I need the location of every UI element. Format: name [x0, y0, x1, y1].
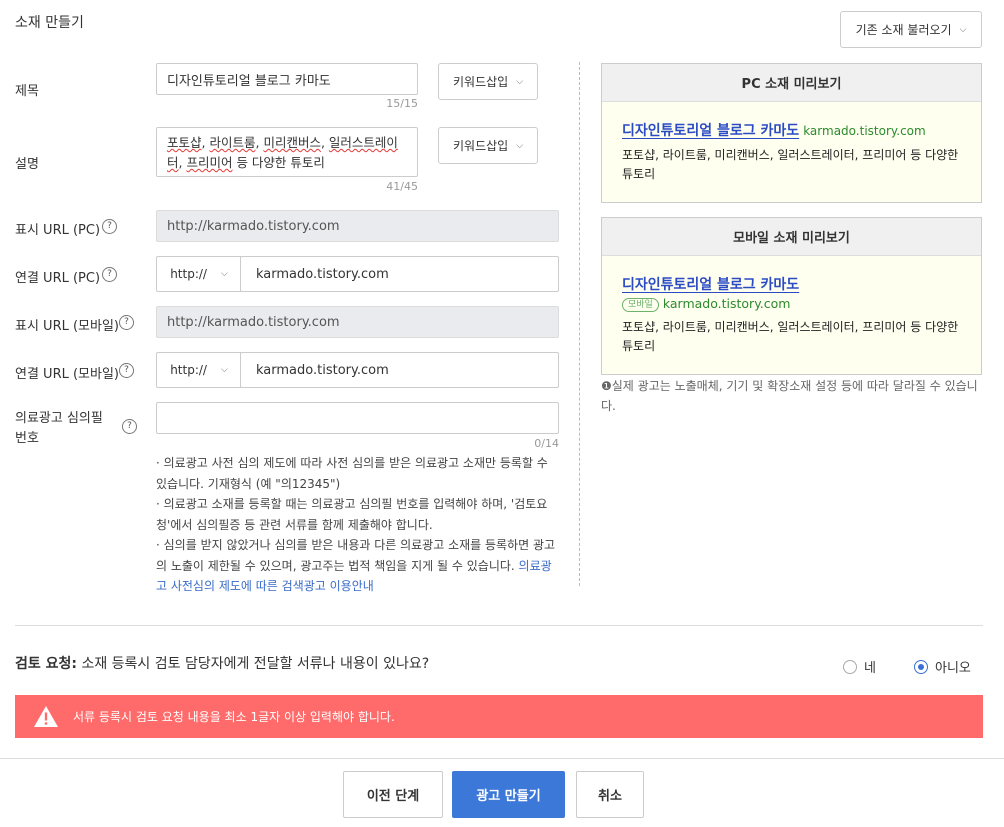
description-keyword-button[interactable]: 키워드삽입 ⌵ — [438, 127, 538, 164]
note-item: · 의료광고 소재를 등록할 때는 의료광고 심의필 번호를 입력해야 하며, … — [156, 497, 548, 532]
help-icon[interactable]: ? — [119, 315, 134, 330]
note-text: 의료광고 사전 심의 제도에 따라 사전 심의를 받은 의료광고 소재만 등록할… — [156, 456, 548, 491]
review-option-no-label: 아니오 — [935, 661, 971, 676]
link-url-pc-protocol-select[interactable]: http:// ⌵ — [156, 256, 241, 292]
keyword-label: 키워드삽입 — [452, 75, 509, 89]
medical-label-line1: 의료광고 심의필 — [15, 411, 103, 426]
load-existing-button[interactable]: 기존 소재 불러오기 ⌵ — [840, 11, 982, 48]
pc-preview-body: 디자인튜토리얼 블로그 카마도 karmado.tistory.com 포토샵, … — [602, 102, 981, 202]
description-counter: 41/45 — [386, 180, 418, 193]
note-text: 심의를 받지 않았거나 심의를 받은 내용과 다른 의료광고 소재를 등록하면 … — [156, 538, 556, 573]
medical-number-input[interactable] — [156, 402, 559, 434]
pc-preview-desc: 포토샵, 라이트룸, 미리캔버스, 일러스트레이터, 프리미어 등 다양한 튜토… — [622, 148, 959, 181]
medical-counter: 0/14 — [534, 437, 559, 450]
pc-preview: PC 소재 미리보기 디자인튜토리얼 블로그 카마도 karmado.tistor… — [601, 63, 982, 203]
title-input[interactable]: 디자인튜토리얼 블로그 카마도 — [156, 63, 418, 95]
mobile-preview-body: 디자인튜토리얼 블로그 카마도 모바일 karmado.tistory.com 포… — [602, 256, 981, 374]
chevron-down-icon: ⌵ — [516, 140, 524, 151]
vertical-divider — [579, 62, 580, 586]
review-option-yes[interactable]: 네 — [843, 657, 876, 676]
help-icon[interactable]: ? — [102, 267, 117, 282]
page-title: 소재 만들기 — [15, 15, 84, 31]
pc-preview-header: PC 소재 미리보기 — [602, 64, 981, 102]
display-url-pc-label: 표시 URL (PC) — [15, 223, 101, 238]
link-url-mobile-protocol-select[interactable]: http:// ⌵ — [156, 352, 241, 388]
medical-notes: · 의료광고 사전 심의 제도에 따라 사전 심의를 받은 의료광고 소재만 등… — [156, 453, 561, 597]
description-word: 포토샵 — [167, 135, 202, 150]
review-option-yes-label: 네 — [864, 661, 876, 676]
description-sep: , — [320, 135, 329, 150]
mobile-preview-title: 디자인튜토리얼 블로그 카마도 — [622, 277, 800, 293]
medical-label-line2: 번호 — [15, 431, 39, 446]
warning-icon — [34, 706, 58, 727]
link-url-pc-input[interactable]: karmado.tistory.com — [240, 256, 559, 292]
description-word: 라이트룸 — [209, 135, 256, 150]
title-keyword-button[interactable]: 키워드삽입 ⌵ — [438, 63, 538, 100]
description-input[interactable]: 포토샵, 라이트룸, 미리캔버스, 일러스트레이터, 프리미어 등 다양한 튜토… — [156, 127, 418, 177]
note-item: · 심의를 받지 않았거나 심의를 받은 내용과 다른 의료광고 소재를 등록하… — [156, 538, 556, 593]
chevron-down-icon: ⌵ — [959, 24, 967, 35]
mobile-badge: 모바일 — [622, 297, 659, 312]
keyword-label: 키워드삽입 — [452, 139, 509, 153]
medical-label: 의료광고 심의필 번호 — [15, 409, 103, 449]
description-word: 프리미어 — [186, 155, 233, 170]
mobile-preview-url: karmado.tistory.com — [662, 296, 791, 311]
title-label: 제목 — [15, 84, 39, 99]
link-url-mobile-label: 연결 URL (모바일) — [15, 367, 119, 382]
note-text: 의료광고 소재를 등록할 때는 의료광고 심의필 번호를 입력해야 하며, '검… — [156, 497, 548, 532]
pc-preview-title: 디자인튜토리얼 블로그 카마도 — [622, 123, 800, 139]
cancel-button[interactable]: 취소 — [576, 771, 644, 818]
chevron-down-icon: ⌵ — [220, 269, 228, 279]
mobile-preview: 모바일 소재 미리보기 디자인튜토리얼 블로그 카마도 모바일 karmado.t… — [601, 217, 982, 375]
description-word: 미리캔버스 — [263, 135, 321, 150]
radio-checked-icon — [914, 659, 928, 674]
protocol-value: http:// — [170, 267, 207, 281]
display-url-pc-field: http://karmado.tistory.com — [156, 210, 559, 242]
display-url-mobile-label: 표시 URL (모바일) — [15, 319, 119, 334]
create-ad-button[interactable]: 광고 만들기 — [452, 771, 565, 818]
review-question-bold: 검토 요청: — [15, 656, 77, 672]
chevron-down-icon: ⌵ — [220, 365, 228, 375]
prev-step-button[interactable]: 이전 단계 — [343, 771, 443, 818]
help-icon[interactable]: ? — [122, 419, 137, 434]
radio-unchecked-icon — [843, 659, 857, 674]
help-icon[interactable]: ? — [102, 219, 117, 234]
description-text: 포토샵, 라이트룸, 미리캔버스, 일러스트레이터, 프리미어 등 다양한 튜토… — [167, 133, 407, 173]
review-option-no[interactable]: 아니오 — [914, 657, 971, 676]
description-label: 설명 — [15, 157, 39, 172]
error-alert: 서류 등록시 검토 요청 내용을 최소 1글자 이상 입력해야 합니다. — [15, 695, 983, 738]
mobile-preview-desc: 포토샵, 라이트룸, 미리캔버스, 일러스트레이터, 프리미어 등 다양한 튜토… — [622, 320, 959, 353]
review-question: 검토 요청: 소재 등록시 검토 담당자에게 전달할 서류나 내용이 있나요? — [15, 653, 429, 673]
display-url-mobile-field: http://karmado.tistory.com — [156, 306, 559, 338]
title-counter: 15/15 — [386, 97, 418, 110]
chevron-down-icon: ⌵ — [516, 76, 524, 87]
protocol-value: http:// — [170, 363, 207, 377]
description-sep: 등 다양한 튜토리 — [232, 155, 325, 170]
link-url-pc-label: 연결 URL (PC) — [15, 271, 101, 286]
mobile-preview-header: 모바일 소재 미리보기 — [602, 218, 981, 256]
error-alert-message: 서류 등록시 검토 요청 내용을 최소 1글자 이상 입력해야 합니다. — [73, 710, 395, 724]
preview-info-text: ❶실제 광고는 노출매체, 기기 및 확장소재 설정 등에 따라 달라질 수 있… — [601, 379, 978, 413]
review-question-text: 소재 등록시 검토 담당자에게 전달할 서류나 내용이 있나요? — [77, 656, 430, 672]
pc-preview-url: karmado.tistory.com — [803, 124, 926, 138]
load-existing-label: 기존 소재 불러오기 — [855, 23, 952, 37]
footer-divider — [0, 758, 1004, 759]
link-url-mobile-input[interactable]: karmado.tistory.com — [240, 352, 559, 388]
note-item: · 의료광고 사전 심의 제도에 따라 사전 심의를 받은 의료광고 소재만 등… — [156, 456, 548, 491]
section-divider — [15, 625, 983, 626]
help-icon[interactable]: ? — [119, 363, 134, 378]
